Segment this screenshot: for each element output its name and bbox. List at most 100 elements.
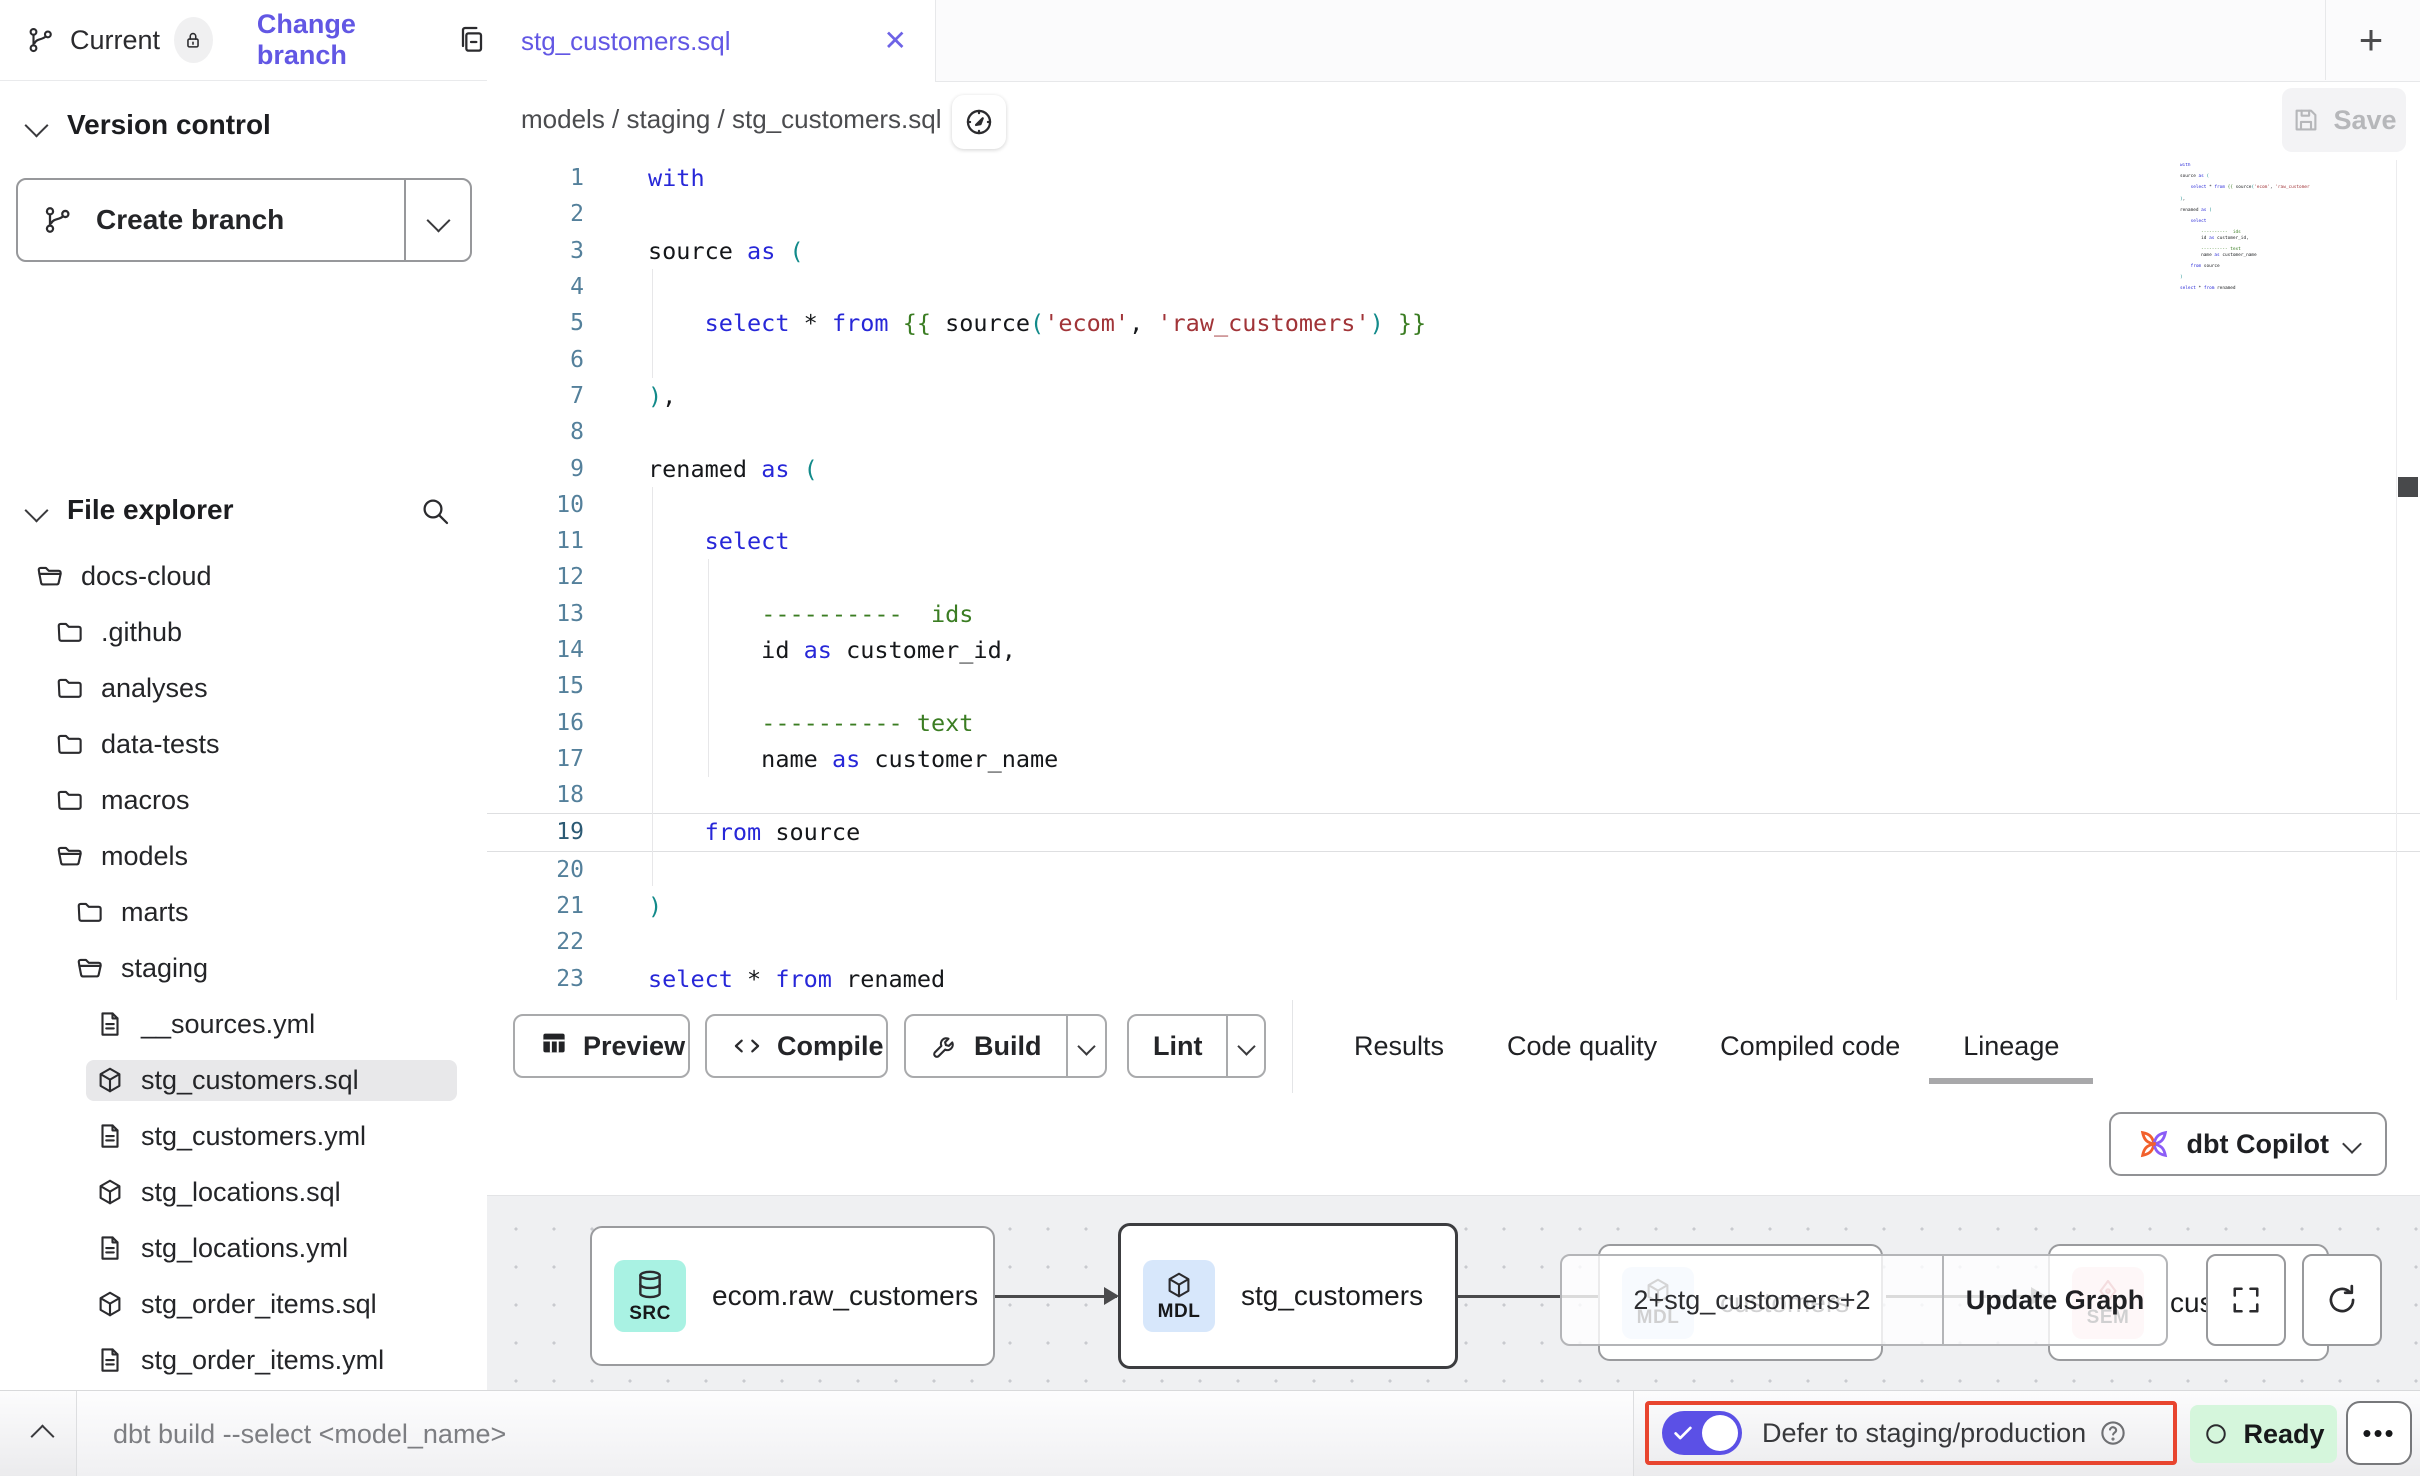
- tree-item-marts[interactable]: marts: [0, 884, 487, 940]
- help-icon[interactable]: [2098, 1418, 2128, 1448]
- line-number: 7: [487, 383, 612, 409]
- chevron-down-icon[interactable]: [24, 498, 48, 522]
- code-line-21[interactable]: 21): [487, 888, 2420, 924]
- toolbar-divider: [1292, 1000, 1293, 1093]
- create-branch-button[interactable]: Create branch: [16, 178, 472, 262]
- minimap[interactable]: withsource as ( select * from {{ source(…: [2180, 163, 2310, 292]
- tab-title: stg_customers.sql: [521, 26, 884, 57]
- change-branch-link[interactable]: Change branch: [257, 9, 423, 71]
- tree-item-label: stg_customers.yml: [141, 1121, 366, 1152]
- command-input[interactable]: dbt build --select <model_name>: [76, 1391, 1634, 1476]
- line-content: select * from {{ source('ecom', 'raw_cus…: [648, 309, 1426, 337]
- code-line-19[interactable]: 19 from source: [487, 813, 2420, 851]
- code-editor[interactable]: 1with23source as (45 select * from {{ so…: [487, 160, 2420, 1001]
- line-number: 15: [487, 673, 612, 699]
- tab-results[interactable]: Results: [1354, 1031, 1444, 1062]
- lineage-edge: [995, 1295, 1117, 1298]
- code-line-12[interactable]: 12: [487, 559, 2420, 595]
- code-line-16[interactable]: 16 ---------- text: [487, 704, 2420, 740]
- code-line-4[interactable]: 4: [487, 269, 2420, 305]
- code-line-2[interactable]: 2: [487, 196, 2420, 232]
- search-icon[interactable]: [419, 495, 451, 527]
- code-line-15[interactable]: 15: [487, 668, 2420, 704]
- code-line-5[interactable]: 5 select * from {{ source('ecom', 'raw_c…: [487, 305, 2420, 341]
- tab-code-quality[interactable]: Code quality: [1507, 1031, 1657, 1062]
- dbt-copilot-button[interactable]: dbt Copilot: [2109, 1112, 2387, 1176]
- code-line-11[interactable]: 11 select: [487, 523, 2420, 559]
- tab-compiled-code[interactable]: Compiled code: [1720, 1031, 1900, 1062]
- create-branch-main[interactable]: Create branch: [18, 180, 404, 260]
- code-line-23[interactable]: 23select * from renamed: [487, 961, 2420, 997]
- status-badge: Ready: [2190, 1405, 2337, 1463]
- folder-icon: [55, 729, 85, 759]
- code-line-14[interactable]: 14 id as customer_id,: [487, 632, 2420, 668]
- tree-item-stg-order-items-sql[interactable]: stg_order_items.sql: [0, 1276, 487, 1332]
- code-line-3[interactable]: 3source as (: [487, 233, 2420, 269]
- update-graph-button[interactable]: Update Graph: [1942, 1256, 2166, 1344]
- fullscreen-button[interactable]: [2206, 1254, 2286, 1346]
- create-branch-dropdown[interactable]: [404, 180, 470, 260]
- tab-stg-customers-sql[interactable]: stg_customers.sql ✕: [487, 0, 936, 82]
- copy-icon[interactable]: [455, 24, 487, 56]
- tree-item-stg-customers-yml[interactable]: stg_customers.yml: [0, 1108, 487, 1164]
- node-type-badge: SRC: [614, 1260, 686, 1332]
- code-line-18[interactable]: 18: [487, 777, 2420, 813]
- new-tab-button[interactable]: +: [2343, 14, 2399, 66]
- build-button[interactable]: Build: [904, 1014, 1107, 1078]
- defer-toggle[interactable]: [1662, 1411, 1742, 1455]
- lineage-canvas[interactable]: SRCecom.raw_customersMDLstg_customersMDL…: [487, 1195, 2420, 1391]
- code-line-17[interactable]: 17 name as customer_name: [487, 741, 2420, 777]
- code-line-7[interactable]: 7),: [487, 378, 2420, 414]
- code-line-8[interactable]: 8: [487, 414, 2420, 450]
- line-number: 1: [487, 165, 612, 191]
- code-line-6[interactable]: 6: [487, 341, 2420, 377]
- close-icon[interactable]: ✕: [884, 27, 907, 55]
- refresh-button[interactable]: [2302, 1254, 2382, 1346]
- check-icon: [1672, 1422, 1694, 1444]
- tree-item-stg-locations-yml[interactable]: stg_locations.yml: [0, 1220, 487, 1276]
- line-number: 20: [487, 857, 612, 883]
- ready-label: Ready: [2243, 1419, 2324, 1450]
- code-line-1[interactable]: 1with: [487, 160, 2420, 196]
- collapse-panel-button[interactable]: [22, 1421, 62, 1451]
- compile-button[interactable]: Compile: [705, 1014, 888, 1078]
- tree-item-stg-locations-sql[interactable]: stg_locations.sql: [0, 1164, 487, 1220]
- tree-item-stg-customers-sql[interactable]: stg_customers.sql: [0, 1052, 487, 1108]
- lineage-node-ecom-raw-customers[interactable]: SRCecom.raw_customers: [590, 1226, 995, 1366]
- lineage-node-stg-customers[interactable]: MDLstg_customers: [1118, 1223, 1458, 1369]
- tree-item-label: __sources.yml: [141, 1009, 315, 1040]
- scrollbar-thumb[interactable]: [2398, 477, 2418, 497]
- code-line-20[interactable]: 20: [487, 852, 2420, 888]
- tree-item-stg-order-items-yml[interactable]: stg_order_items.yml: [0, 1332, 487, 1388]
- arrowhead: [1104, 1287, 1119, 1305]
- code-line-10[interactable]: 10: [487, 487, 2420, 523]
- tree-item-analyses[interactable]: analyses: [0, 660, 487, 716]
- line-number: 21: [487, 893, 612, 919]
- build-dropdown[interactable]: [1066, 1016, 1106, 1076]
- compass-icon[interactable]: [952, 95, 1006, 149]
- tree-item-docs-cloud[interactable]: docs-cloud: [0, 548, 487, 604]
- tree-item-macros[interactable]: macros: [0, 772, 487, 828]
- results-tabs: Results Code quality Compiled code Lineage: [1354, 1000, 2059, 1093]
- lineage-selector-input[interactable]: 2+stg_customers+2: [1562, 1256, 1942, 1344]
- doc-icon: [95, 1121, 125, 1151]
- tree-item--github[interactable]: .github: [0, 604, 487, 660]
- chevron-down-icon[interactable]: [24, 113, 48, 137]
- code-line-22[interactable]: 22: [487, 924, 2420, 960]
- tree-item-staging[interactable]: staging: [0, 940, 487, 996]
- code-line-13[interactable]: 13 ---------- ids: [487, 596, 2420, 632]
- more-options-button[interactable]: •••: [2346, 1401, 2412, 1465]
- tree-item-data-tests[interactable]: data-tests: [0, 716, 487, 772]
- cube-icon: [1164, 1270, 1194, 1300]
- tree-item-models[interactable]: models: [0, 828, 487, 884]
- save-button[interactable]: Save: [2282, 88, 2406, 152]
- git-branch-icon: [26, 25, 56, 55]
- lint-button[interactable]: Lint: [1127, 1014, 1266, 1078]
- code-line-9[interactable]: 9renamed as (: [487, 450, 2420, 486]
- tree-item--sources-yml[interactable]: __sources.yml: [0, 996, 487, 1052]
- line-content: source as (: [648, 237, 804, 265]
- tab-lineage[interactable]: Lineage: [1963, 1031, 2059, 1062]
- scrollbar-gutter: [2396, 160, 2397, 1000]
- lint-dropdown[interactable]: [1226, 1016, 1264, 1076]
- preview-button[interactable]: Preview: [513, 1014, 690, 1078]
